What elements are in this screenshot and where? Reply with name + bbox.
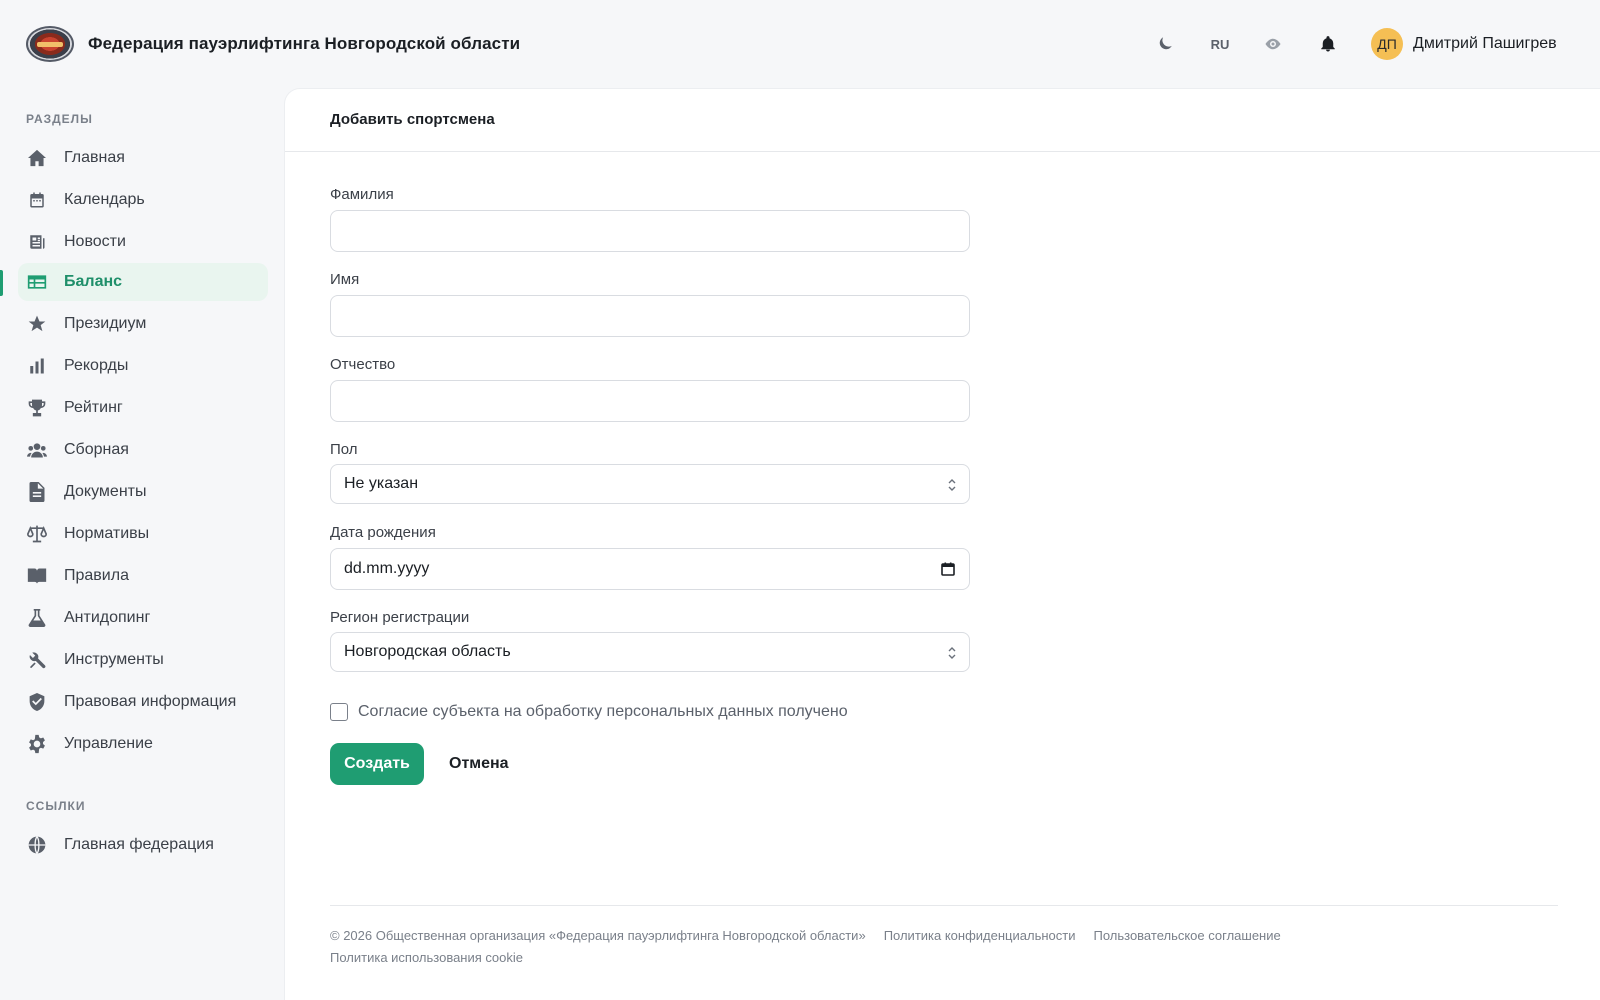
gender-select[interactable]: Не указан [330,464,970,504]
gender-value: Не указан [344,475,419,492]
footer-copyright: © 2026 Общественная организация «Федерац… [330,928,866,943]
sidebar-item-antidoping[interactable]: Антидопинг [18,599,268,637]
flask-icon [27,608,47,628]
sidebar-item-rules[interactable]: Правила [18,557,268,595]
sidebar-item-label: Президиум [64,315,147,332]
first-name-label: Имя [330,271,360,288]
moon-icon[interactable] [1150,29,1180,59]
sidebar-item-home[interactable]: Главная [18,139,268,177]
table-icon [27,272,47,292]
user-name: Дмитрий Пашигрев [1413,35,1557,52]
birth-date-placeholder: dd.mm.yyyy [344,560,430,577]
sidebar-item-documents[interactable]: Документы [18,473,268,511]
sidebar-item-label: Инструменты [64,651,164,668]
globe-icon [27,835,47,855]
sidebar-item-label: Документы [64,483,147,500]
gender-label: Пол [330,441,358,458]
region-label: Регион регистрации [330,609,470,626]
sidebar-item-label: Рекорды [64,357,129,374]
avatar: ДП [1371,28,1403,60]
sidebar-item-label: Правовая информация [64,693,237,710]
patronymic-label: Отчество [330,356,396,373]
sidebar-item-label: Сборная [64,441,129,458]
cookie-policy-link[interactable]: Политика использования cookie [330,947,1570,969]
birth-date-label: Дата рождения [330,524,436,541]
sidebar-item-label: Управление [64,735,153,752]
sidebar-item-label: Главная федерация [64,836,214,853]
tools-icon [27,650,47,670]
terms-link[interactable]: Пользовательское соглашение [1093,928,1280,943]
region-select[interactable]: Новгородская область [330,632,970,672]
sidebar-link-main-federation[interactable]: Главная федерация [18,826,268,864]
sidebar-item-label: Правила [64,567,129,584]
sidebar-item-balance[interactable]: Баланс [18,263,268,301]
trophy-icon [27,398,47,418]
chevron-updown-icon [947,477,957,493]
sections-title: РАЗДЕЛЫ [26,112,93,126]
sidebar-item-label: Баланс [64,273,123,290]
language-switch[interactable]: RU [1205,29,1235,59]
first-name-field[interactable] [330,295,970,337]
panel-header: Добавить спортсмена [285,89,1600,152]
bar-chart-icon [27,356,47,376]
sidebar-item-tools[interactable]: Инструменты [18,641,268,679]
top-bar: Федерация пауэрлифтинга Новгородской обл… [0,0,1600,88]
sidebar-item-label: Антидопинг [64,609,151,626]
sidebar-item-label: Календарь [64,191,145,208]
footer: © 2026 Общественная организация «Федерац… [330,925,1570,969]
birth-date-field[interactable]: dd.mm.yyyy [330,548,970,590]
brand[interactable]: Федерация пауэрлифтинга Новгородской обл… [26,26,520,62]
privacy-policy-link[interactable]: Политика конфиденциальности [884,928,1076,943]
main-panel: Добавить спортсмена Фамилия Имя Отчество… [284,88,1600,1000]
consent-row[interactable]: Согласие субъекта на обработку персональ… [330,703,848,721]
consent-label: Согласие субъекта на обработку персональ… [358,703,848,720]
chevron-updown-icon [947,645,957,661]
sidebar-item-label: Новости [64,233,126,250]
cancel-button[interactable]: Отмена [449,743,509,785]
calendar-icon[interactable] [941,562,955,576]
sidebar-item-presidium[interactable]: Президиум [18,305,268,343]
footer-divider [330,905,1558,906]
sidebar-item-management[interactable]: Управление [18,725,268,763]
last-name-field[interactable] [330,210,970,252]
consent-checkbox[interactable] [330,703,348,721]
sidebar-item-rating[interactable]: Рейтинг [18,389,268,427]
sidebar-item-label: Рейтинг [64,399,123,416]
scales-icon [27,524,47,544]
region-value: Новгородская область [344,643,511,660]
book-icon [27,566,47,586]
sidebar: РАЗДЕЛЫ Главная Календарь Новости Баланс… [0,88,284,1000]
page-title: Добавить спортсмена [330,111,495,128]
team-icon [27,440,47,460]
newspaper-icon [27,232,47,252]
sidebar-item-news[interactable]: Новости [18,223,268,261]
eye-icon[interactable] [1258,29,1288,59]
calendar-icon [27,190,47,210]
sidebar-item-calendar[interactable]: Календарь [18,181,268,219]
links-title: ССЫЛКИ [26,799,86,813]
bell-icon[interactable] [1313,29,1343,59]
last-name-label: Фамилия [330,186,394,203]
document-icon [27,482,47,502]
create-button[interactable]: Создать [330,743,424,785]
active-indicator [0,270,3,296]
sidebar-item-legal[interactable]: Правовая информация [18,683,268,721]
sidebar-item-label: Главная [64,149,125,166]
shield-icon [27,692,47,712]
gear-icon [27,734,47,754]
patronymic-field[interactable] [330,380,970,422]
sidebar-item-standards[interactable]: Нормативы [18,515,268,553]
sidebar-item-records[interactable]: Рекорды [18,347,268,385]
sidebar-item-label: Нормативы [64,525,150,542]
user-menu[interactable]: ДП Дмитрий Пашигрев [1371,28,1557,60]
home-icon [27,148,47,168]
star-icon [27,314,47,334]
federation-logo [26,26,74,62]
site-title: Федерация пауэрлифтинга Новгородской обл… [88,34,521,53]
sidebar-item-team[interactable]: Сборная [18,431,268,469]
